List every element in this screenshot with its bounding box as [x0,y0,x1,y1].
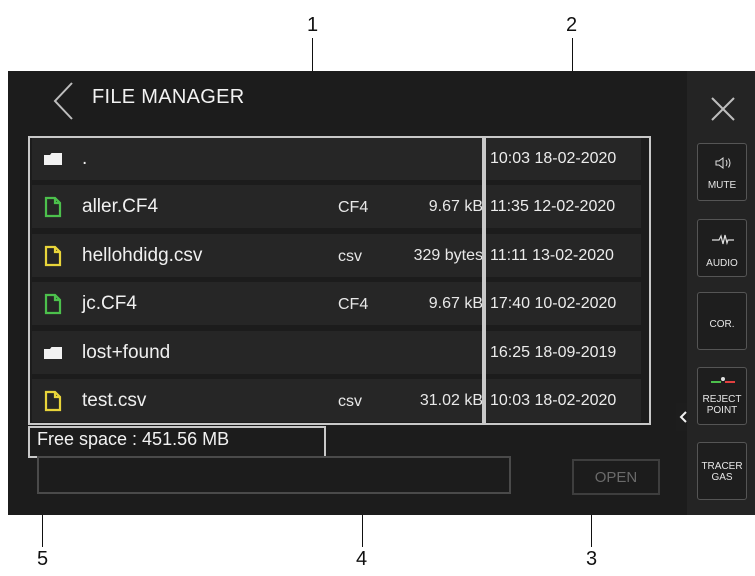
tracer-label-1: TRACER [701,461,743,472]
date-column-highlight [484,136,651,425]
callout-3: 3 [586,548,598,570]
reject-point-icon [711,377,735,383]
page-title: FILE MANAGER [92,86,245,108]
reject-label-2: POINT [706,405,738,416]
right-sidebar: MUTE AUDIO COR. REJECT POINT TRACER GAS [687,71,755,515]
mute-label: MUTE [707,180,737,191]
tracer-gas-button[interactable]: TRACER GAS [697,442,747,500]
reject-label-1: REJECT [702,394,742,405]
tracer-label-2: GAS [711,472,733,483]
header: FILE MANAGER [8,71,687,131]
filename-input[interactable] [37,456,511,494]
device-screen: FILE MANAGER . 10:03 18-02-2020 aller.CF… [8,71,755,515]
cor-button[interactable]: COR. [697,292,747,350]
back-chevron-icon[interactable] [52,81,76,121]
free-space-label: Free space : 451.56 MB [37,429,230,449]
reject-point-button[interactable]: REJECT POINT [697,367,747,425]
audio-wave-icon [712,234,734,246]
callout-1: 1 [307,14,319,36]
audio-button[interactable]: AUDIO [697,219,747,277]
file-manager-panel: FILE MANAGER . 10:03 18-02-2020 aller.CF… [8,71,692,515]
close-icon[interactable] [710,96,736,122]
cor-label: COR. [709,319,735,330]
callout-2: 2 [566,14,578,36]
audio-label: AUDIO [706,258,738,269]
callout-4: 4 [356,548,368,570]
mute-button[interactable]: MUTE [697,143,747,201]
speaker-icon [715,157,731,169]
callout-5: 5 [37,548,49,570]
open-button[interactable]: OPEN [572,459,660,495]
file-list-highlight [28,136,484,425]
